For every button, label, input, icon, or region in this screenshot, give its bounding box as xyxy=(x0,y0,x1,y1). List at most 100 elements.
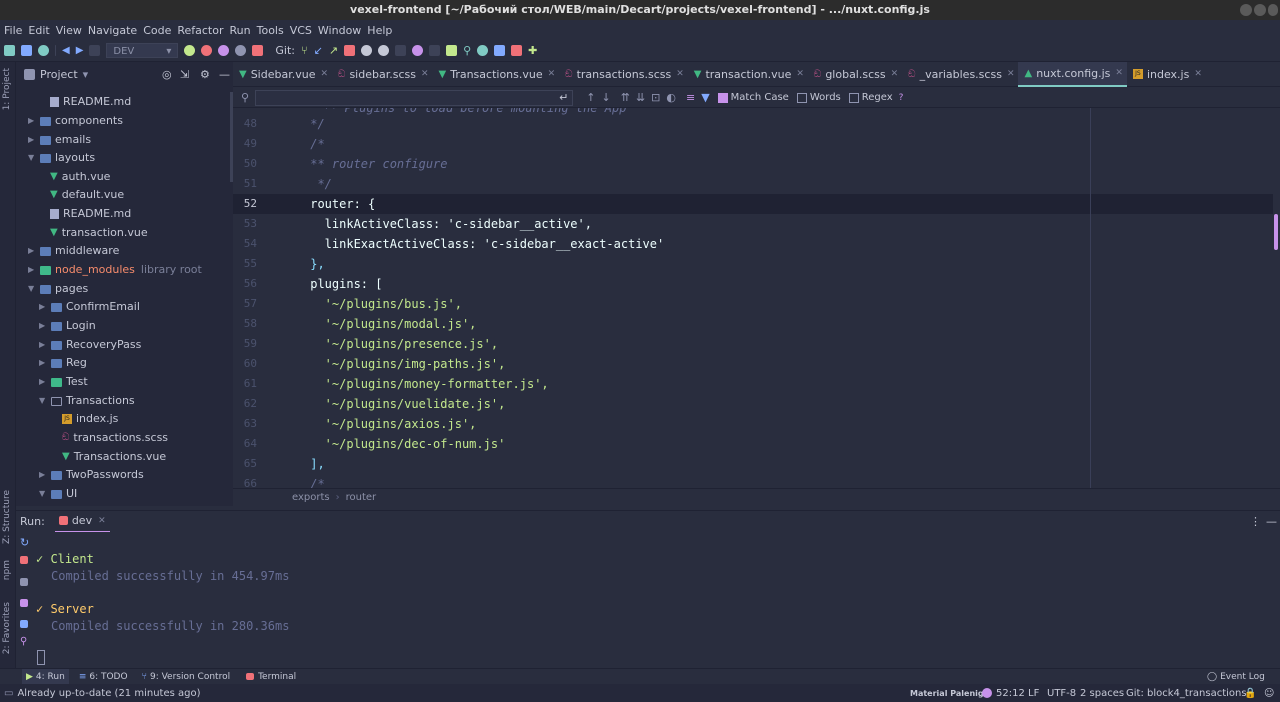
terminal-icon[interactable] xyxy=(446,45,458,56)
chevron-right-icon[interactable]: ▶ xyxy=(39,298,51,316)
profile-icon[interactable] xyxy=(235,45,247,56)
tab-transactions-vue[interactable]: ▼ Transactions.vue ✕ xyxy=(433,62,560,87)
tree-item[interactable]: JS index.js xyxy=(62,410,118,428)
git-revert-icon[interactable] xyxy=(378,45,390,56)
match-case-checkbox[interactable]: Match Case xyxy=(717,92,789,103)
print-icon[interactable] xyxy=(20,620,28,628)
console-scrollbar[interactable] xyxy=(1274,532,1280,668)
plugin-icon[interactable] xyxy=(511,45,523,56)
more-options-icon[interactable]: ⋮ xyxy=(1250,515,1261,528)
tree-item[interactable]: ▶ node_modules library root xyxy=(28,261,202,279)
tab-index-js[interactable]: JS index.js ✕ xyxy=(1127,62,1206,87)
indent-setting[interactable]: 2 spaces xyxy=(1080,688,1124,699)
stop-icon[interactable] xyxy=(20,556,28,564)
close-icon[interactable]: ✕ xyxy=(796,69,804,79)
run-config-select[interactable]: DEV ▾ xyxy=(106,43,179,58)
regex-help-link[interactable]: ? xyxy=(899,93,904,103)
chevron-down-icon[interactable]: ▾ xyxy=(83,68,89,81)
npm-tool-button[interactable]: npm xyxy=(2,560,12,580)
run-tab-dev[interactable]: dev ✕ xyxy=(54,511,110,533)
run-console[interactable]: ✓ Client Compiled successfully in 454.97… xyxy=(16,532,1280,668)
menu-file[interactable]: File xyxy=(4,24,22,37)
chevron-down-icon[interactable]: ▼ xyxy=(39,392,51,410)
git-push-icon[interactable]: ↗ xyxy=(329,44,338,57)
menu-tools[interactable]: Tools xyxy=(257,24,284,37)
forward-icon[interactable]: ▶ xyxy=(76,45,84,56)
favorites-tool-button[interactable]: 2: Favorites xyxy=(2,602,12,654)
tree-item[interactable]: ▼ pages xyxy=(28,280,88,298)
next-match-icon[interactable]: ↓ xyxy=(602,91,611,104)
tree-item[interactable]: ▼ auth.vue xyxy=(50,168,110,186)
select-all-icon[interactable]: ⇈ xyxy=(621,91,630,104)
git-branch[interactable]: Git: block4_transactions xyxy=(1126,688,1247,699)
line-separator[interactable]: LF xyxy=(1028,688,1039,699)
theme-indicator[interactable]: Material Palenigh xyxy=(910,689,989,698)
editor-scroll-thumb[interactable] xyxy=(1274,214,1278,250)
softwrap-icon[interactable] xyxy=(20,599,28,607)
add-occurrence-icon[interactable]: ⇊ xyxy=(636,91,645,104)
tab-sidebar-vue[interactable]: ▼ Sidebar.vue ✕ xyxy=(233,62,332,87)
menu-navigate[interactable]: Navigate xyxy=(88,24,137,37)
lock-icon[interactable]: 🔒 xyxy=(1244,688,1256,699)
close-icon[interactable]: ✕ xyxy=(1007,69,1015,79)
tool-vcs-button[interactable]: ⑂ 9: Version Control xyxy=(142,672,231,682)
editor-scrollbar[interactable] xyxy=(1273,108,1280,488)
tool-terminal-button[interactable]: Terminal xyxy=(246,672,296,682)
tree-item[interactable]: ▶ Login xyxy=(39,317,96,335)
minimize-button[interactable] xyxy=(1240,4,1252,16)
close-icon[interactable]: ✕ xyxy=(1115,68,1123,78)
tree-item[interactable]: ▶ RecoveryPass xyxy=(39,336,141,354)
collapse-icon[interactable]: ⇲ xyxy=(180,68,189,81)
tree-item[interactable]: ▼ default.vue xyxy=(50,186,124,204)
tab-variables-scss[interactable]: ඞ _variables.scss ✕ xyxy=(902,62,1018,87)
tree-item[interactable]: ▶ Test xyxy=(39,373,88,391)
chevron-right-icon[interactable]: ▶ xyxy=(39,373,51,391)
tool-event-log-button[interactable]: ◯ Event Log xyxy=(1207,672,1265,682)
close-icon[interactable]: ✕ xyxy=(676,69,684,79)
menu-code[interactable]: Code xyxy=(143,24,171,37)
debug-icon[interactable] xyxy=(201,45,213,56)
find-input[interactable] xyxy=(255,89,574,106)
chevron-right-icon[interactable]: ▶ xyxy=(28,261,40,279)
regex-checkbox[interactable]: Regex xyxy=(848,92,893,103)
close-icon[interactable]: ✕ xyxy=(98,516,106,526)
back-icon[interactable]: ◀ xyxy=(62,45,70,56)
chevron-right-icon[interactable]: ▶ xyxy=(28,131,40,149)
chevron-right-icon[interactable]: ▶ xyxy=(39,466,51,484)
target-icon[interactable]: ◎ xyxy=(162,68,172,81)
chevron-right-icon[interactable]: ▶ xyxy=(28,112,40,130)
pin-icon[interactable]: ⚲ xyxy=(20,636,27,647)
prev-match-icon[interactable]: ↑ xyxy=(586,91,595,104)
settings-icon[interactable] xyxy=(412,45,424,56)
maximize-button[interactable] xyxy=(1254,4,1266,16)
tool-todo-button[interactable]: ≡ 6: TODO xyxy=(79,672,128,682)
close-icon[interactable]: ✕ xyxy=(891,69,899,79)
tree-item[interactable]: ඞ transactions.scss xyxy=(62,429,168,447)
funnel-icon[interactable]: ▼ xyxy=(701,91,709,104)
chevron-down-icon[interactable]: ▼ xyxy=(39,485,51,503)
stop-icon[interactable] xyxy=(252,45,264,56)
hide-panel-icon[interactable]: — xyxy=(1266,515,1277,528)
breadcrumb-item[interactable]: exports xyxy=(292,492,330,503)
inspector-icon[interactable]: ☺ xyxy=(1264,688,1274,699)
tree-item[interactable]: ▼ Transactions xyxy=(39,392,135,410)
tab-global-scss[interactable]: ඞ global.scss ✕ xyxy=(808,62,902,87)
chevron-right-icon[interactable]: ▶ xyxy=(39,354,51,372)
search-icon[interactable]: ⚲ xyxy=(463,44,471,57)
database-icon[interactable] xyxy=(477,45,489,56)
close-icon[interactable]: ✕ xyxy=(421,69,429,79)
menu-edit[interactable]: Edit xyxy=(28,24,49,37)
menu-help[interactable]: Help xyxy=(367,24,392,37)
tree-item[interactable]: README.md xyxy=(50,205,131,223)
breadcrumb-item[interactable]: router xyxy=(346,492,377,503)
sync-icon[interactable] xyxy=(38,45,49,56)
tree-item[interactable]: ▶ emails xyxy=(28,131,91,149)
structure-icon[interactable] xyxy=(494,45,506,56)
tree-item[interactable]: ▼ layouts xyxy=(28,149,95,167)
rerun-icon[interactable]: ↻ xyxy=(20,536,29,549)
tool-run-button[interactable]: ▶ 4: Run xyxy=(22,668,69,685)
tree-item[interactable]: ▶ middleware xyxy=(28,242,119,260)
code-editor[interactable]: ** Plugins to load before mounting the A… xyxy=(233,108,1273,488)
close-window-button[interactable] xyxy=(1268,4,1278,16)
tab-transaction-vue[interactable]: ▼ transaction.vue ✕ xyxy=(688,62,808,87)
